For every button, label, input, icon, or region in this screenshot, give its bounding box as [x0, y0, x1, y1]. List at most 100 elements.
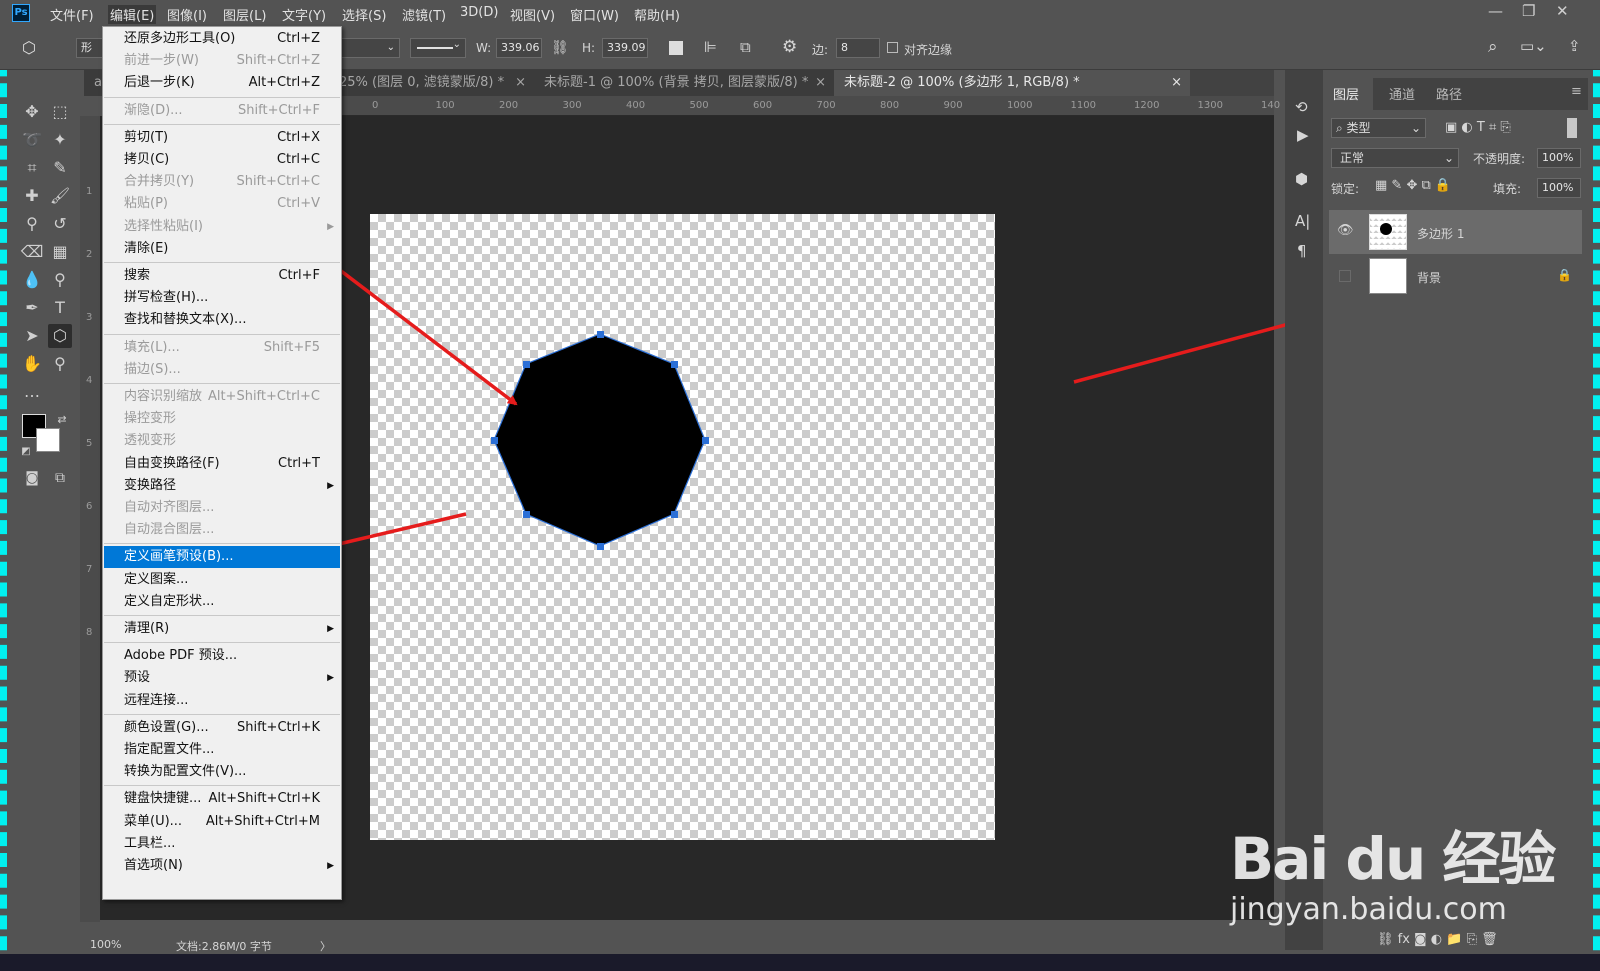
- menu-item[interactable]: 清除(E): [104, 238, 340, 260]
- baidu-watermark-logo: Bai du 经验: [1230, 825, 1556, 893]
- layer-name[interactable]: 多边形 1: [1417, 225, 1464, 242]
- character-icon[interactable]: A|: [1295, 212, 1310, 230]
- menu-item-label: 选择性粘贴(I): [124, 218, 203, 234]
- menu-item[interactable]: 工具栏...: [104, 833, 340, 855]
- menu-item-shortcut: Ctrl+C: [276, 152, 320, 167]
- menu-item[interactable]: 定义自定形状...: [104, 591, 340, 613]
- visibility-toggle[interactable]: [1339, 270, 1351, 282]
- menu-item-label: 描边(S)...: [124, 361, 181, 377]
- opacity-label: 不透明度:: [1473, 152, 1526, 166]
- menu-item-label: 自动对齐图层...: [124, 500, 215, 515]
- menu-item-label: 剪切(T): [124, 129, 169, 145]
- menu-item-label: 指定配置文件...: [124, 742, 215, 757]
- menu-item-label: 清理(R): [124, 621, 170, 636]
- menu-item-label: 预设: [124, 670, 151, 686]
- filter-type-icons[interactable]: ▣ ◐ T ⌗ ⎘: [1445, 120, 1511, 135]
- menu-item: 自动对齐图层...: [104, 497, 340, 519]
- panel-tab[interactable]: 图层: [1333, 84, 1359, 103]
- document-info: 文档:2.86M/0 字节: [176, 940, 272, 953]
- menu-item[interactable]: 菜单(U)... Alt+Shift+Ctrl+M: [104, 811, 340, 833]
- menu-item[interactable]: 清理(R) ▶: [104, 618, 340, 640]
- menu-item-label: 后退一步(K): [124, 75, 195, 91]
- menu-item-shortcut: Ctrl+F: [278, 268, 320, 283]
- menu-separator: [104, 96, 340, 98]
- menu-item-shortcut: Shift+Ctrl+F: [238, 102, 320, 118]
- layer-row-polygon[interactable]: 👁 多边形 1: [1329, 210, 1582, 254]
- 3d-icon[interactable]: ⬢: [1295, 170, 1308, 188]
- status-arrow-icon[interactable]: 〉: [320, 938, 331, 954]
- menu-item[interactable]: 自由变换路径(F) Ctrl+T: [104, 453, 340, 475]
- panel-tab[interactable]: 路径: [1436, 84, 1462, 103]
- menu-item: 合并拷贝(Y) Shift+Ctrl+C: [104, 171, 340, 193]
- lock-icons[interactable]: ▦ ✎ ✥ ⧉ 🔒: [1375, 178, 1451, 193]
- menu-item-label: 远程连接...: [124, 692, 189, 708]
- menu-item[interactable]: 预设 ▶: [104, 667, 340, 689]
- menu-item[interactable]: 定义画笔预设(B)...: [104, 546, 340, 569]
- layer-thumbnail: [1369, 214, 1407, 250]
- menu-item[interactable]: 剪切(T) Ctrl+X: [104, 127, 340, 149]
- layer-row-background[interactable]: 背景 🔒: [1329, 254, 1582, 298]
- menu-item-label: 前进一步(W): [124, 53, 199, 69]
- zoom-level[interactable]: 100%: [90, 938, 121, 951]
- filter-toggle[interactable]: [1567, 118, 1577, 138]
- blend-mode-select[interactable]: 正常 ⌄: [1331, 148, 1459, 168]
- paragraph-icon[interactable]: ¶: [1297, 242, 1307, 260]
- taskbar: [0, 954, 1600, 971]
- menu-item-label: 自由变换路径(F): [124, 455, 220, 471]
- search-icon: ⌕: [1336, 121, 1347, 135]
- layer-actions-icons[interactable]: ⛓ fx ◙ ◐ 📁 ⎘ 🗑: [1377, 932, 1498, 947]
- submenu-arrow-icon: ▶: [327, 221, 334, 232]
- menu-item[interactable]: 定义图案...: [104, 569, 340, 591]
- opacity-input[interactable]: 100%: [1537, 148, 1581, 168]
- menu-item-shortcut: Shift+Ctrl+Z: [236, 53, 320, 69]
- menu-item-label: 定义图案...: [124, 571, 189, 587]
- menu-item-label: Adobe PDF 预设...: [124, 648, 238, 664]
- menu-item-label: 拷贝(C): [124, 152, 170, 167]
- menu-item[interactable]: 键盘快捷键... Alt+Shift+Ctrl+K: [104, 788, 340, 810]
- menu-item-label: 查找和替换文本(X)...: [124, 312, 247, 328]
- panel-menu-icon[interactable]: ≡: [1571, 84, 1582, 99]
- menu-item-label: 变换路径: [124, 477, 177, 493]
- menu-item-shortcut: Shift+Ctrl+K: [237, 719, 320, 735]
- menu-item: 自动混合图层...: [104, 519, 340, 541]
- menu-item[interactable]: 还原多边形工具(O) Ctrl+Z: [104, 28, 340, 50]
- fill-input[interactable]: 100%: [1537, 178, 1581, 198]
- menu-item-shortcut: Ctrl+T: [278, 455, 320, 471]
- eye-icon[interactable]: 👁: [1337, 223, 1354, 238]
- layer-filter-select[interactable]: ⌕ 类型 ⌄: [1331, 118, 1426, 138]
- menu-item-shortcut: Shift+Ctrl+C: [236, 174, 320, 190]
- menu-item[interactable]: 转换为配置文件(V)...: [104, 761, 340, 783]
- menu-item[interactable]: 拷贝(C) Ctrl+C: [104, 149, 340, 171]
- menu-item-label: 首选项(N): [124, 858, 183, 873]
- menu-item[interactable]: 后退一步(K) Alt+Ctrl+Z: [104, 72, 340, 94]
- menu-item-shortcut: Ctrl+X: [277, 129, 320, 145]
- actions-play-icon[interactable]: ▶: [1297, 126, 1309, 144]
- menu-item[interactable]: 查找和替换文本(X)...: [104, 309, 340, 331]
- menu-item-label: 渐隐(D)...: [124, 102, 183, 118]
- menu-item[interactable]: 指定配置文件...: [104, 739, 340, 761]
- menu-item[interactable]: 变换路径 ▶: [104, 475, 340, 497]
- menu-item: 填充(L)... Shift+F5: [104, 337, 340, 359]
- menu-item[interactable]: 颜色设置(G)... Shift+Ctrl+K: [104, 717, 340, 739]
- menu-item-shortcut: Alt+Shift+Ctrl+K: [208, 791, 320, 807]
- menu-item-label: 转换为配置文件(V)...: [124, 764, 247, 780]
- menu-item[interactable]: 远程连接...: [104, 690, 340, 712]
- menu-item[interactable]: 首选项(N) ▶: [104, 855, 340, 877]
- menu-item: 内容识别缩放 Alt+Shift+Ctrl+C: [104, 386, 340, 408]
- edit-menu-dropdown: 还原多边形工具(O) Ctrl+Z 前进一步(W) Shift+Ctrl+Z 后退一步(…: [102, 26, 342, 900]
- menu-separator: [104, 785, 340, 787]
- history-icon[interactable]: ⟲: [1295, 98, 1308, 116]
- menu-item[interactable]: 搜索 Ctrl+F: [104, 265, 340, 287]
- menu-item: 选择性粘贴(I) ▶: [104, 216, 340, 238]
- menu-item-label: 操控变形: [124, 411, 177, 427]
- menu-item-label: 颜色设置(G)...: [124, 719, 209, 735]
- menu-item[interactable]: Adobe PDF 预设...: [104, 645, 340, 667]
- panel-tab[interactable]: 通道: [1389, 84, 1415, 103]
- menu-item: 描边(S)...: [104, 359, 340, 381]
- menu-separator: [104, 333, 340, 335]
- menu-separator: [104, 713, 340, 715]
- menu-item-label: 拼写检查(H)...: [124, 290, 209, 306]
- submenu-arrow-icon: ▶: [327, 624, 334, 634]
- layer-name[interactable]: 背景: [1417, 269, 1441, 286]
- menu-item[interactable]: 拼写检查(H)...: [104, 287, 340, 309]
